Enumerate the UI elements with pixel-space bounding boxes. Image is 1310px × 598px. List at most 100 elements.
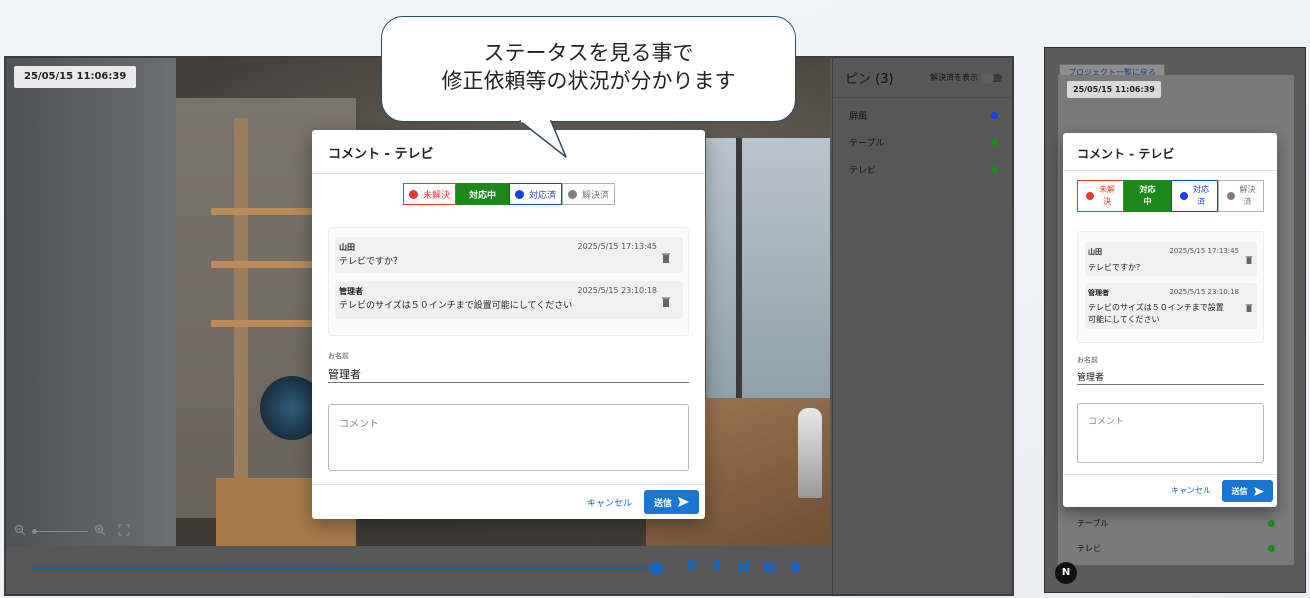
status-dot-icon [514, 189, 524, 199]
callout-line-2: 修正依頼等の状況が分かります [441, 69, 736, 93]
divider [1063, 170, 1277, 171]
status-resolved-button[interactable]: 解決済 [562, 183, 615, 205]
comment-body: テレビのサイズは５０インチまで設置 可能にしてください [1088, 302, 1224, 326]
trash-icon[interactable] [661, 252, 671, 264]
pin-status-dot [1268, 544, 1275, 552]
status-label: 未解決 [422, 190, 450, 201]
comment-body: テレビですか？ [1088, 263, 1144, 272]
capture-timestamp: 25/05/15 11:06:39 [14, 66, 137, 88]
status-dot-icon [1086, 192, 1094, 200]
comment-item: 管理者 2025/5/15 23:10:18 テレビのサイズは５０インチまで設置… [335, 281, 683, 319]
status-label: 対応済 [528, 190, 556, 201]
mobile-pin-list-item[interactable]: テレビ [1063, 536, 1289, 560]
cancel-button[interactable]: キャンセル [1171, 485, 1211, 496]
comment-thread: 山田 2025/5/15 17:13:45 テレビですか？ 管理者 2025/5… [1077, 231, 1264, 343]
status-unresolved-button[interactable]: 未解決 [403, 183, 456, 205]
comment-author: 山田 [339, 243, 355, 252]
show-resolved-label: 解決済を表示 [930, 73, 978, 82]
status-resolved-button[interactable]: 解決 済 [1218, 180, 1264, 212]
status-label: 未解 決 [1099, 184, 1115, 208]
zoom-control[interactable] [14, 524, 130, 539]
name-field[interactable]: 管理者 [328, 366, 361, 382]
name-field-underline [1077, 384, 1264, 385]
dialog-title: コメント - テレビ [328, 147, 434, 162]
zoom-out-icon[interactable] [14, 524, 26, 539]
calendar-edit-icon[interactable] [762, 559, 778, 575]
status-done-button[interactable]: 対応済 [509, 183, 562, 205]
status-label: 対応 中 [1140, 184, 1156, 208]
mobile-pin-list-item[interactable]: テーブル [1063, 511, 1289, 535]
zoom-slider[interactable] [32, 529, 88, 534]
timeline-knob[interactable] [650, 562, 663, 575]
pin-list-item[interactable]: テレビ [833, 156, 1012, 183]
comment-author: 管理者 [339, 287, 363, 296]
status-in-progress-button[interactable]: 対応 中 [1124, 180, 1171, 212]
status-in-progress-button[interactable]: 対応中 [456, 183, 509, 205]
pin-label: テーブル [849, 139, 885, 149]
comment-date: 2025/5/15 17:13:45 [577, 242, 658, 251]
comment-author: 管理者 [1088, 289, 1109, 297]
pin-status-dot [991, 139, 998, 146]
name-field-label: お名前 [1077, 356, 1098, 364]
zoom-slider-knob[interactable] [32, 529, 37, 534]
dialog-title: コメント - テレビ [1077, 147, 1175, 161]
pin-list-item[interactable]: テーブル [833, 129, 1012, 156]
name-field-underline [328, 382, 689, 383]
status-done-button[interactable]: 対応 済 [1171, 180, 1218, 212]
pin-label: テーブル [1077, 518, 1109, 528]
send-label: 送信 [1231, 486, 1248, 496]
pin-label: 屏風 [849, 112, 868, 122]
comment-body-line: テレビのサイズは５０インチまで設置 [1088, 303, 1224, 312]
comment-date: 2025/5/15 23:10:18 [1169, 288, 1239, 296]
panorama-post [234, 118, 248, 518]
comment-item: 山田 2025/5/15 17:13:45 テレビですか？ [335, 237, 683, 273]
send-button[interactable]: 送信 [1222, 480, 1273, 502]
timeline-bar [6, 546, 830, 594]
delete-icon[interactable] [788, 559, 804, 575]
add-photo-icon[interactable] [736, 559, 752, 575]
status-label-line: 解決 [1239, 185, 1256, 194]
pin-label: テレビ [849, 166, 877, 176]
trash-icon[interactable] [1245, 303, 1253, 313]
show-resolved-toggle[interactable]: 解決済を表示 [930, 71, 1002, 84]
status-label: 解決 済 [1240, 184, 1256, 208]
comment-date: 2025/5/15 23:10:18 [577, 286, 658, 295]
user-avatar[interactable]: N [1055, 562, 1077, 584]
comment-date: 2025/5/15 17:13:45 [1169, 247, 1239, 255]
status-label-line: 決 [1103, 197, 1111, 206]
status-dot-icon [1180, 192, 1188, 200]
pin-list-panel: ピン (3) 解決済を表示 屏風 テーブル テレビ [832, 58, 1012, 594]
status-unresolved-button[interactable]: 未解 決 [1077, 180, 1124, 212]
comment-textarea[interactable]: コメント [328, 404, 689, 471]
status-label: 解決済 [581, 190, 609, 201]
comment-body: テレビのサイズは５０インチまで設置可能にしてください [339, 301, 573, 311]
status-toggle-group: 未解 決 対応 中 対応 済 解決 済 [1077, 180, 1264, 212]
callout-line-1: ステータスを見る事で [483, 41, 694, 65]
status-label-line: 済 [1243, 197, 1252, 206]
comment-body: テレビですか？ [339, 257, 403, 267]
comment-textarea[interactable]: コメント [1077, 403, 1264, 463]
zoom-in-icon[interactable] [94, 524, 106, 539]
send-button[interactable]: 送信 [644, 490, 699, 514]
pin-list-item[interactable]: 屏風 [833, 102, 1012, 129]
trash-icon[interactable] [661, 296, 671, 308]
status-toggle-group: 未解決 対応中 対応済 解決済 [403, 183, 615, 205]
cancel-button[interactable]: キャンセル [587, 496, 632, 509]
add-pin-icon[interactable] [684, 559, 700, 575]
trash-icon[interactable] [1245, 255, 1253, 265]
timeline-track[interactable] [30, 567, 656, 569]
fullscreen-icon[interactable] [118, 524, 130, 539]
mobile-capture-timestamp: 25/05/15 11:06:39 [1067, 81, 1161, 98]
pin-status-dot [991, 112, 998, 119]
pin-list-title: ピン (3) [845, 72, 894, 87]
name-field-label: お名前 [328, 352, 349, 360]
toggle-switch[interactable] [982, 71, 1002, 84]
divider [1063, 474, 1277, 475]
name-field[interactable]: 管理者 [1077, 370, 1104, 383]
edit-pin-icon[interactable] [710, 559, 726, 575]
status-label-line: 対応 [1193, 185, 1209, 194]
timeline-toolbar [684, 559, 804, 575]
comment-body-line: 可能にしてください [1088, 315, 1160, 324]
comment-author: 山田 [1088, 248, 1102, 256]
comment-item: 管理者 2025/5/15 23:10:18 テレビのサイズは５０インチまで設置… [1085, 283, 1257, 329]
